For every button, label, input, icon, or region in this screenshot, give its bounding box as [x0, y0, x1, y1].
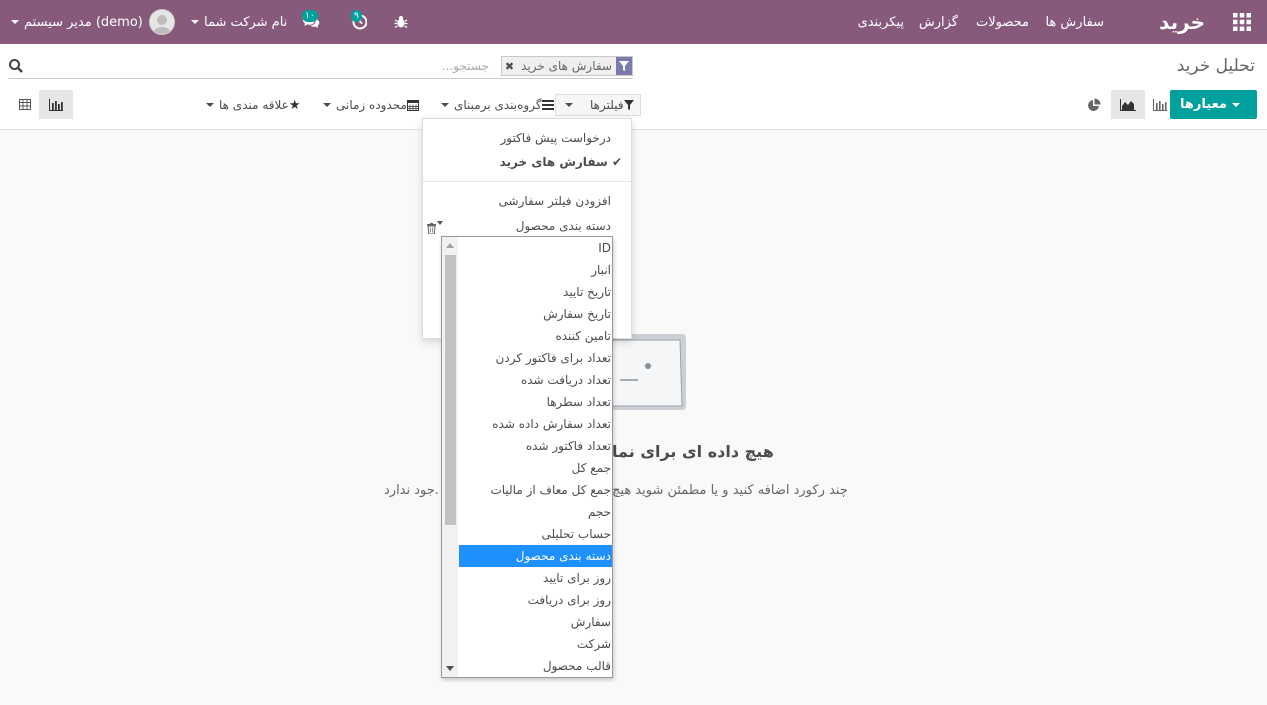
no-content-title: هیچ داده ای برای نما — [612, 442, 774, 461]
user-menu-caret-icon — [11, 20, 19, 24]
star-icon: ★ — [288, 97, 301, 113]
groupby-caret-icon — [441, 103, 449, 107]
calendar-icon — [406, 100, 419, 111]
scrollbar-thumb[interactable] — [445, 255, 456, 525]
filter-item-label: سفارش های خرید — [499, 155, 608, 169]
activity-menu[interactable]: ۹ — [351, 0, 381, 44]
search-facet: ✖ سفارش های خرید — [500, 56, 633, 76]
field-option[interactable]: دسته بندی محصول — [459, 545, 612, 567]
user-name: مدیر سیستم (demo) — [24, 14, 143, 30]
line-chart-button[interactable] — [1111, 90, 1145, 119]
search-bar: ✖ سفارش های خرید — [8, 55, 633, 79]
field-option[interactable]: تعداد سطرها — [459, 391, 612, 413]
field-option[interactable]: جمع کل معاف از مالیات — [459, 479, 612, 501]
top-navbar: خرید سفارش ها محصولات گزارش پیکربندی مدی… — [0, 0, 1267, 44]
menu-reporting[interactable]: گزارش — [908, 0, 969, 44]
trash-icon[interactable] — [427, 219, 436, 238]
field-option[interactable]: ID — [459, 237, 612, 259]
pie-chart-button[interactable] — [1077, 90, 1111, 119]
search-icon[interactable] — [8, 58, 24, 74]
company-name: نام شرکت شما — [204, 14, 288, 30]
field-option[interactable]: روز برای تایید — [459, 567, 612, 589]
field-option[interactable]: تاریخ تایید — [459, 281, 612, 303]
list-view-button[interactable] — [8, 90, 42, 119]
field-option[interactable]: سفارش — [459, 611, 612, 633]
debug-icon[interactable] — [394, 0, 414, 44]
measures-caret-icon — [1232, 102, 1240, 107]
apps-menu-icon[interactable] — [1225, 0, 1259, 44]
facet-label: سفارش های خرید — [521, 59, 612, 73]
groupby-label: گروه‌بندی برمبنای — [454, 98, 542, 112]
field-option[interactable]: جمع کل — [459, 457, 612, 479]
timerange-label: محدوده زمانی — [336, 98, 407, 112]
timerange-caret-icon — [323, 103, 331, 107]
divider — [423, 181, 631, 182]
control-panel: تحلیل خرید ✖ سفارش های خرید معیارها — [0, 44, 1267, 130]
pie-chart-icon — [1088, 98, 1101, 111]
menu-products[interactable]: محصولات — [965, 0, 1040, 44]
filters-caret-icon — [565, 103, 573, 107]
field-option[interactable]: انبار — [459, 259, 612, 281]
field-option[interactable]: تعداد فاکتور شده — [459, 435, 612, 457]
list-icon — [541, 100, 554, 110]
user-menu[interactable]: مدیر سیستم (demo) — [6, 0, 175, 44]
bar-chart-icon — [1153, 98, 1167, 111]
activity-badge: ۹ — [351, 10, 362, 22]
field-option[interactable]: تامین کننده — [459, 325, 612, 347]
app-brand: خرید — [1159, 10, 1205, 34]
table-icon — [19, 99, 31, 110]
avatar — [148, 9, 175, 35]
search-input[interactable] — [191, 56, 491, 76]
field-option[interactable]: حجم — [459, 501, 612, 523]
field-option[interactable]: شرکت — [459, 633, 612, 655]
field-option[interactable]: تعداد برای فاکتور کردن — [459, 347, 612, 369]
field-option[interactable]: تعداد سفارش داده شده — [459, 413, 612, 435]
filter-item-purchase-orders[interactable]: سفارش های خرید ✔ — [500, 155, 625, 169]
funnel-icon — [623, 100, 634, 110]
filters-dropdown-toggle[interactable]: فیلترها — [555, 94, 641, 116]
pivot-view-button[interactable] — [39, 90, 73, 119]
filter-item-rfq[interactable]: درخواست پیش فاکتور — [500, 131, 611, 145]
filters-label: فیلترها — [590, 98, 624, 112]
scrollbar[interactable] — [442, 237, 458, 677]
breadcrumb: تحلیل خرید — [1176, 56, 1255, 76]
scroll-down-arrow-icon[interactable] — [446, 666, 454, 671]
field-option[interactable]: حساب تحلیلی — [459, 523, 612, 545]
field-caret-icon — [437, 221, 443, 225]
remove-facet-icon[interactable]: ✖ — [502, 57, 517, 75]
menu-configuration[interactable]: پیکربندی — [847, 0, 915, 44]
graph-view-icon — [49, 98, 63, 111]
field-option[interactable]: روز برای دریافت — [459, 589, 612, 611]
company-switcher[interactable]: نام شرکت شما — [186, 0, 287, 44]
messaging-menu[interactable]: ۱۰ — [302, 0, 332, 44]
timerange-dropdown-toggle[interactable]: محدوده زمانی — [318, 94, 422, 116]
measures-button[interactable]: معیارها — [1170, 90, 1257, 119]
favorites-dropdown-toggle[interactable]: علاقه مندی ها ★ — [201, 94, 304, 116]
field-option[interactable]: تاریخ سفارش — [459, 303, 612, 325]
messages-badge: ۱۰ — [302, 10, 318, 22]
field-option[interactable]: تعداد دریافت شده — [459, 369, 612, 391]
area-chart-icon — [1120, 98, 1136, 111]
filter-icon — [616, 57, 632, 75]
menu-orders[interactable]: سفارش ها — [1034, 0, 1115, 44]
custom-filter-field[interactable]: دسته بندی محصول — [516, 219, 611, 233]
favorites-caret-icon — [206, 103, 214, 107]
scroll-up-arrow-icon[interactable] — [446, 243, 454, 248]
checkmark-icon: ✔ — [611, 155, 622, 169]
groupby-dropdown-toggle[interactable]: گروه‌بندی برمبنای — [436, 94, 557, 116]
field-option[interactable]: قالب محصول — [459, 655, 612, 677]
favorites-label: علاقه مندی ها — [219, 98, 289, 112]
no-content-text: چند رکورد اضافه کنید و یا مطمئن شوید هیچ — [612, 483, 848, 498]
company-caret-icon — [191, 20, 199, 24]
no-content-text-end: جود ندارد. — [384, 483, 439, 498]
bar-chart-button[interactable] — [1143, 90, 1177, 119]
field-select-list[interactable]: ID انبار تاریخ تایید تاریخ سفارش تامین کننده… — [441, 236, 613, 678]
measures-label: معیارها — [1180, 97, 1227, 112]
add-custom-filter[interactable]: افزودن فیلتر سفارشی — [499, 194, 611, 208]
